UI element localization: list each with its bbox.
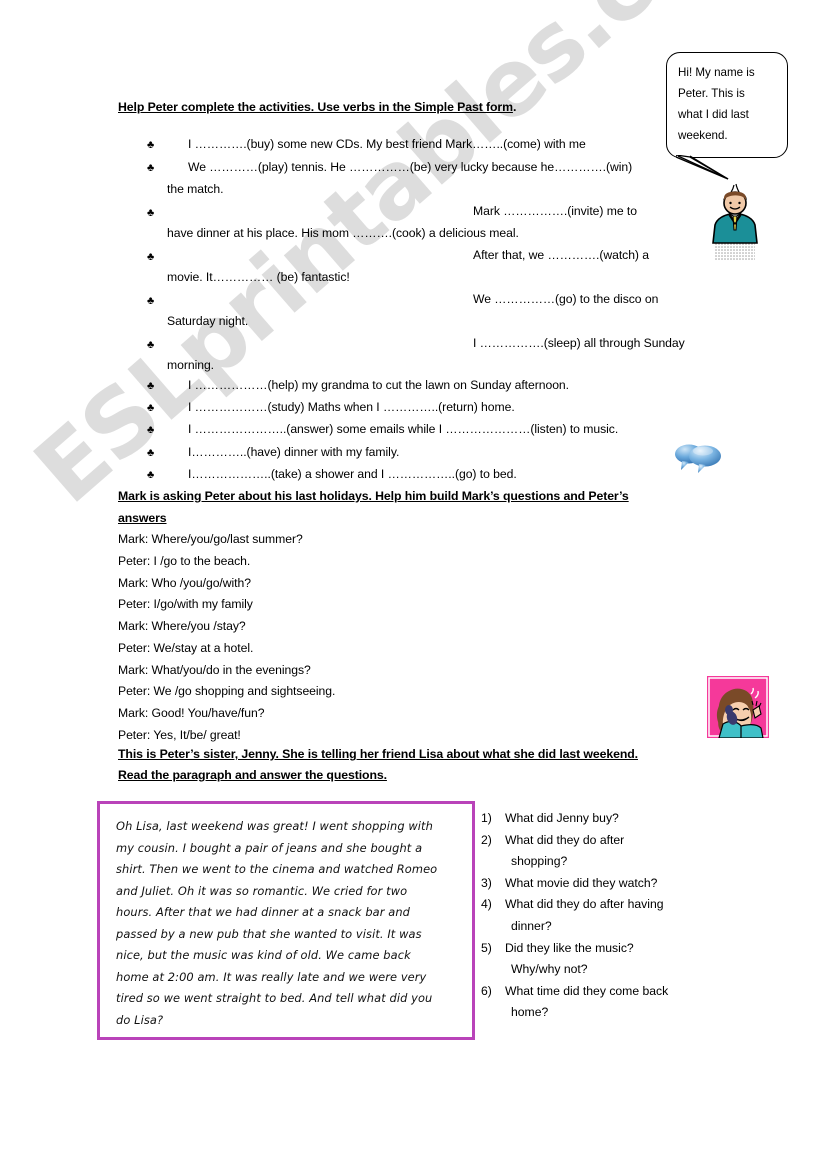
question-number: 2) (481, 832, 492, 847)
section3-heading-line1: This is Peter’s sister, Jenny. She is te… (118, 747, 638, 761)
boy-character-icon (712, 183, 758, 261)
question-text-line: shopping? (511, 854, 568, 869)
section1-heading-text: Help Peter complete the activities. Use … (118, 100, 513, 114)
question-number: 3) (481, 875, 492, 890)
bullet-icon: ♣ (147, 295, 155, 307)
section3-heading-line2: Read the paragraph and answer the questi… (118, 768, 387, 782)
question-text-line: Why/why not? (511, 962, 588, 977)
question-text: What did they do after shopping? (505, 830, 741, 873)
girl-on-phone-icon (707, 676, 769, 738)
paragraph-line: home at 2:00 am. It was really late and … (116, 969, 427, 984)
chat-bubbles-icon (675, 444, 721, 473)
question-number: 6) (481, 983, 492, 998)
bullet-icon: ♣ (147, 139, 155, 151)
question-text-line: Did they like the music? (505, 940, 634, 955)
dialogue-line: Mark: Where/you/go/last summer? (118, 532, 303, 546)
question-text: What did they do after having dinner? (505, 894, 741, 937)
dialogue-line: Peter: We /go shopping and sightseeing. (118, 684, 336, 698)
activity-line: We …………(play) tennis. He ……………(be) very … (188, 160, 633, 174)
question-number: 4) (481, 897, 492, 912)
bullet-icon: ♣ (147, 207, 155, 219)
paragraph-line: tired so we went straight to bed. And te… (116, 991, 433, 1005)
question-text-line: What time did they come back (505, 983, 669, 998)
activity-line: Mark …………….(invite) me to (473, 204, 637, 218)
activity-line: After that, we ………….(watch) a (473, 248, 649, 262)
section1-heading: Help Peter complete the activities. Use … (118, 100, 516, 114)
activity-line: I ………….(buy) some new CDs. My best frien… (188, 137, 586, 151)
question-item: 4) What did they do after having dinner? (481, 894, 741, 937)
dialogue-line: Peter: Yes, It/be/ great! (118, 728, 241, 742)
question-text: What did Jenny buy? (505, 811, 619, 825)
paragraph-line: nice, but the music was kind of old. We … (116, 948, 411, 962)
section3-heading-line2-text: Read the paragraph and answer the questi… (118, 768, 387, 782)
activity-line: morning. (167, 358, 215, 372)
bullet-icon: ♣ (147, 469, 155, 481)
question-text-line: What did they do after having (505, 897, 664, 912)
section2-heading-line1-text: Mark is asking Peter about his last holi… (118, 489, 629, 503)
dialogue-line: Mark: Where/you /stay? (118, 619, 246, 633)
bullet-icon: ♣ (147, 402, 155, 414)
question-number: 5) (481, 940, 492, 955)
question-text: What movie did they watch? (505, 875, 658, 890)
section2-heading-line2: answers (118, 511, 167, 525)
activity-line: I …………….(sleep) all through Sunday (473, 336, 685, 350)
question-item: 6) What time did they come back home? (481, 981, 741, 1024)
bubble-line-3: what I did last (678, 108, 749, 121)
activity-line: I ………………(study) Maths when I …………..(retu… (188, 400, 515, 414)
bubble-line-1: Hi! My name is (678, 66, 755, 79)
activity-line: I …………………..(answer) some emails while I … (188, 422, 619, 436)
activity-line: Saturday night. (167, 314, 249, 328)
dialogue-line: Peter: I /go to the beach. (118, 554, 251, 568)
dialogue-line: Mark: Who /you/go/with? (118, 576, 251, 590)
bullet-icon: ♣ (147, 447, 155, 459)
peter-speech-bubble: Hi! My name is Peter. This is what I did… (666, 52, 788, 158)
worksheet-content: Hi! My name is Peter. This is what I did… (0, 0, 821, 1169)
paragraph-line: my cousin. I bought a pair of jeans and … (116, 840, 423, 855)
paragraph-line: shirt. Then we went to the cinema and wa… (116, 862, 438, 876)
activity-line: We ……………(go) to the disco on (473, 292, 659, 306)
activity-line: have dinner at his place. His mom ……….(c… (167, 226, 519, 240)
question-text: Did they like the music? Why/why not? (505, 938, 741, 981)
activity-line: I………………..(take) a shower and I ……………..(g… (188, 467, 517, 481)
section2-heading-line1: Mark is asking Peter about his last holi… (118, 489, 629, 503)
activity-line: movie. It…………… (be) fantastic! (167, 270, 350, 284)
paragraph-line: hours. After that we had dinner at a sna… (116, 905, 410, 919)
question-item: 2) What did they do after shopping? (481, 830, 741, 873)
question-text-line: dinner? (511, 918, 552, 933)
activity-line: the match. (167, 182, 224, 196)
section3-heading-line1-text: This is Peter’s sister, Jenny. She is te… (118, 747, 638, 761)
comprehension-questions: 1) What did Jenny buy? 2) What did they … (481, 808, 741, 1024)
section2-heading-line2-text: answers (118, 511, 167, 525)
bubble-line-4: weekend. (678, 129, 728, 142)
speech-bubble-tail-icon (676, 155, 729, 180)
bullet-icon: ♣ (147, 424, 155, 436)
paragraph-line: do Lisa? (116, 1012, 164, 1027)
question-item: 3) What movie did they watch? (481, 873, 741, 895)
bubble-line-2: Peter. This is (678, 87, 745, 100)
dialogue-line: Peter: I/go/with my family (118, 597, 253, 611)
paragraph-line: and Juliet. Oh it was so romantic. We cr… (116, 883, 408, 898)
question-text-line: What did they do after (505, 832, 625, 847)
dialogue-line: Mark: What/you/do in the evenings? (118, 663, 311, 677)
paragraph-line: Oh Lisa, last weekend was great! I went … (116, 819, 433, 833)
bullet-icon: ♣ (147, 251, 155, 263)
dialogue-line: Mark: Good! You/have/fun? (118, 706, 265, 720)
question-number: 1) (481, 811, 492, 825)
question-text: What time did they come back home? (505, 981, 741, 1024)
question-item: 1) What did Jenny buy? (481, 808, 741, 830)
dialogue-line: Peter: We/stay at a hotel. (118, 641, 254, 655)
question-item: 5) Did they like the music? Why/why not? (481, 938, 741, 981)
jenny-paragraph-box: Oh Lisa, last weekend was great! I went … (97, 801, 475, 1040)
activity-line: I…………..(have) dinner with my family. (188, 445, 400, 459)
bullet-icon: ♣ (147, 162, 155, 174)
bullet-icon: ♣ (147, 380, 155, 392)
question-text-line: home? (511, 1005, 549, 1020)
paragraph-line: passed by a new pub that she wanted to v… (116, 926, 422, 941)
bullet-icon: ♣ (147, 339, 155, 351)
worksheet-page: ESLprintables.com Hi! My name is Peter. … (0, 0, 821, 1169)
section1-heading-tail: . (512, 100, 517, 114)
activity-line: I ………………(help) my grandma to cut the law… (188, 378, 569, 392)
